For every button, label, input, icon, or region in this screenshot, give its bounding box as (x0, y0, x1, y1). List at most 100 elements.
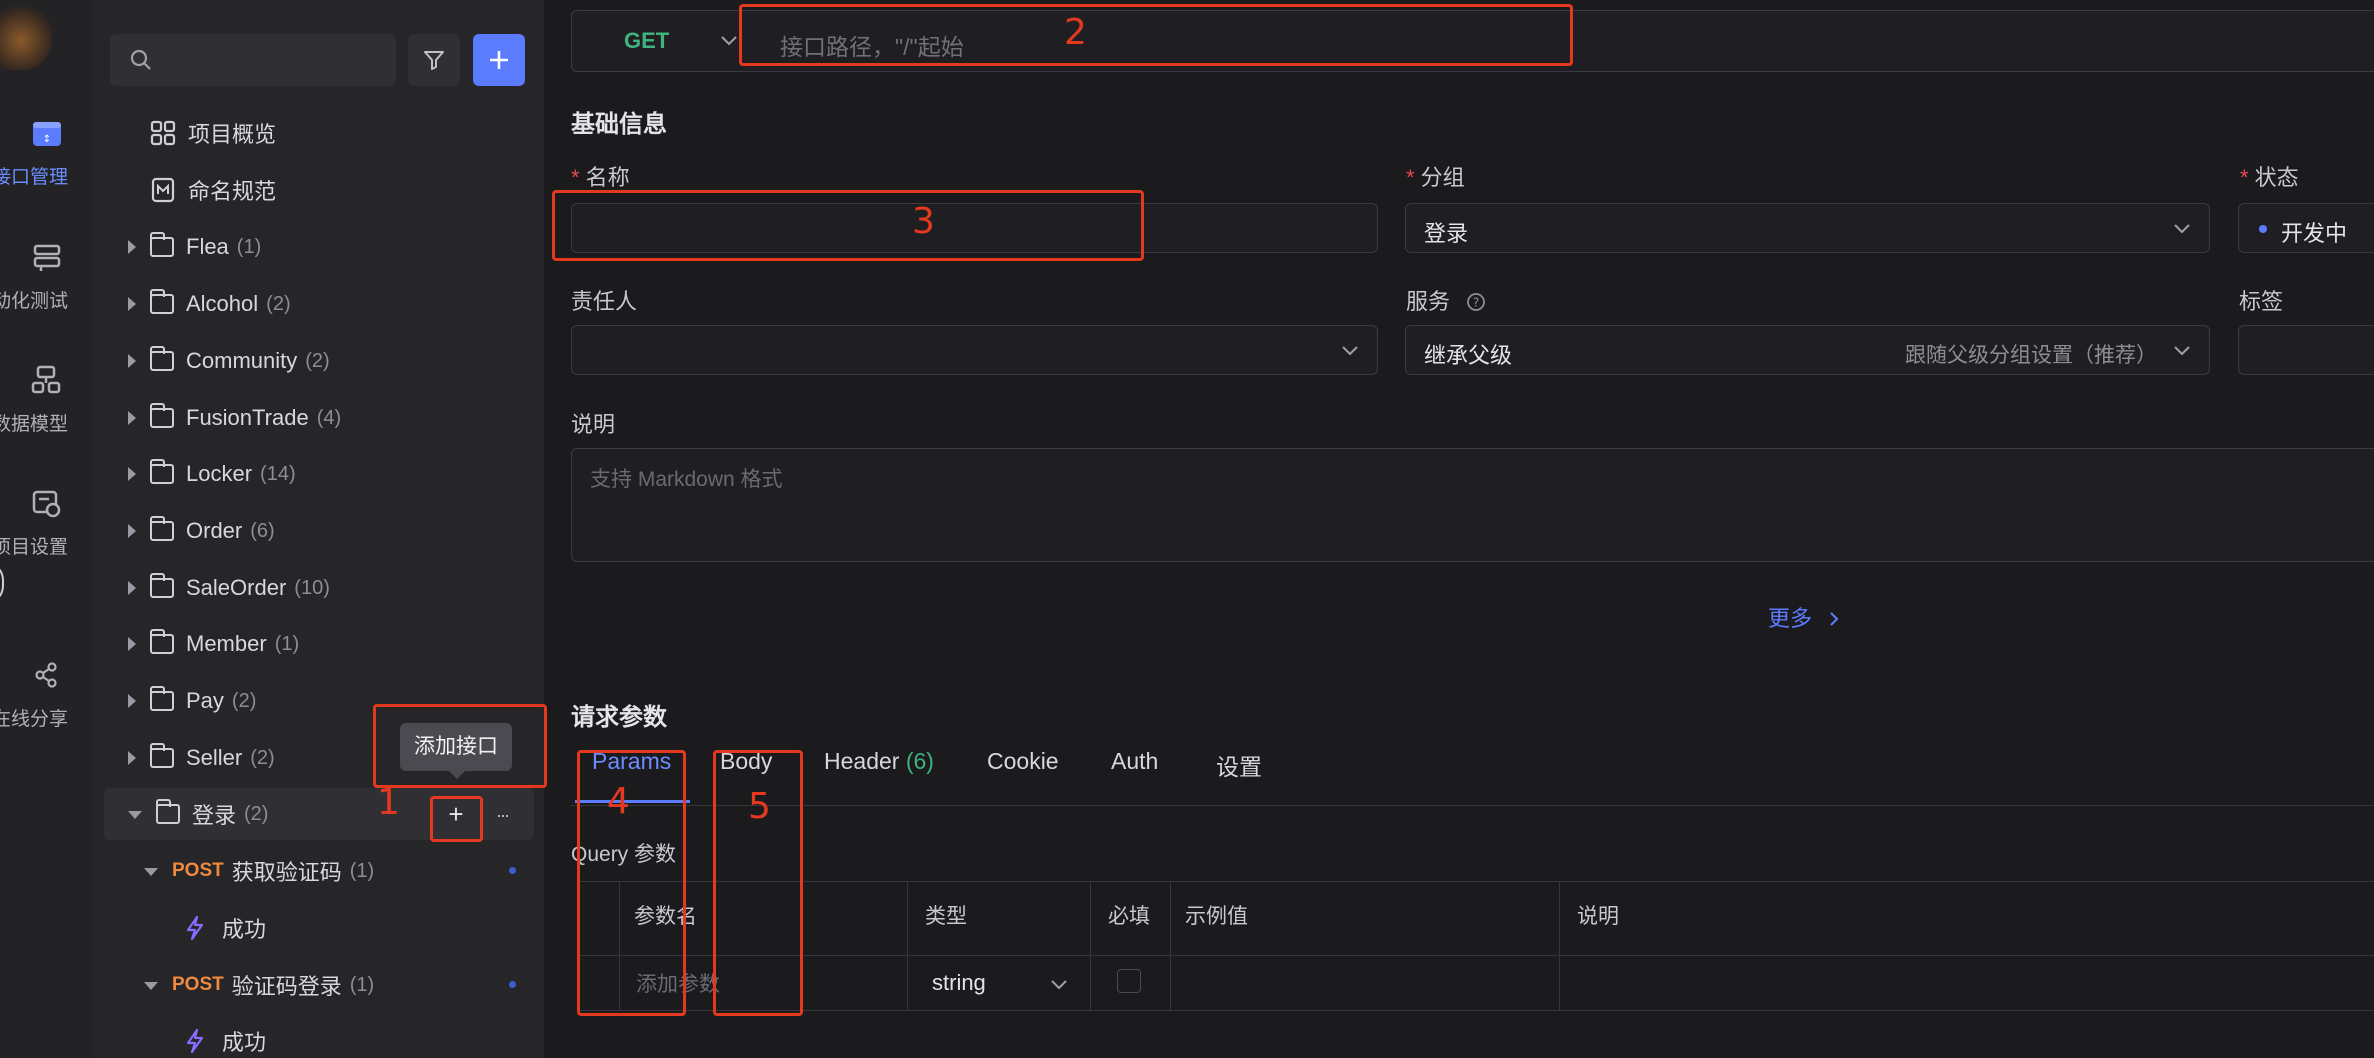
tab-auth[interactable]: Auth (1111, 748, 1158, 775)
tree-folder[interactable]: Community (2) (104, 335, 534, 387)
case-label: 成功 (222, 917, 267, 942)
name-label: * 名称 (571, 160, 630, 192)
caret-right-icon (128, 751, 136, 765)
folder-count: (2) (250, 746, 275, 769)
tree-api-item[interactable]: POST 验证码登录 (1) (104, 959, 534, 1011)
tree-api-item[interactable]: POST 获取验证码 (1) (104, 845, 534, 897)
annotation-box-3 (552, 190, 1144, 261)
group-label-text: 分组 (1420, 165, 1465, 190)
status-value: 开发中 (2281, 221, 2348, 246)
group-select[interactable]: 登录 (1405, 203, 2210, 253)
filter-button[interactable] (408, 34, 460, 86)
tags-input[interactable] (2238, 325, 2374, 375)
folder-label: 登录 (192, 803, 237, 828)
http-method-badge: POST (172, 860, 224, 881)
api-folder-icon: ↕ (33, 122, 61, 146)
annotation-box-1b (430, 796, 483, 842)
folder-count: (2) (244, 802, 269, 825)
tree-case-item[interactable]: 成功 (104, 902, 534, 954)
tab-cookie[interactable]: Cookie (987, 748, 1059, 775)
rail-item-auto-test[interactable]: 动化测试 (0, 242, 92, 322)
folder-icon (150, 459, 174, 484)
lightning-icon (186, 915, 204, 941)
caret-right-icon (128, 581, 136, 595)
tree-folder[interactable]: Locker (14) (104, 448, 534, 500)
more-link[interactable]: 更多 (1768, 601, 1840, 633)
tree-folder[interactable]: FusionTrade (4) (104, 392, 534, 444)
tab-settings[interactable]: 设置 (1216, 748, 1262, 782)
service-value: 继承父级 (1424, 343, 1513, 368)
tree-item-overview[interactable]: 项目概览 (104, 107, 534, 159)
project-avatar[interactable] (0, 4, 52, 70)
chevron-down-icon (1342, 346, 1358, 356)
param-description-input[interactable] (1561, 957, 2374, 1009)
api-count: (1) (349, 859, 375, 882)
tab-header[interactable]: Header (6) (824, 748, 934, 775)
caret-right-icon (128, 694, 136, 708)
caret-right-icon (128, 297, 136, 311)
http-method-badge: POST (172, 974, 224, 995)
param-required-checkbox[interactable] (1117, 969, 1141, 993)
tree-case-item[interactable]: 成功 (104, 1015, 534, 1058)
folder-label: Alcohol (186, 291, 259, 316)
folder-label: SaleOrder (186, 575, 287, 600)
folder-count: (10) (294, 576, 330, 599)
tree-search-input[interactable] (110, 34, 396, 86)
description-textarea[interactable]: 支持 Markdown 格式 (571, 448, 2374, 562)
caret-down-icon (144, 868, 158, 876)
folder-label: Order (186, 518, 243, 543)
tags-label: 标签 (2239, 289, 2284, 314)
chevron-right-icon (1830, 612, 1839, 626)
rail-item-api-management[interactable]: ↕ 接口管理 (0, 118, 92, 198)
add-button[interactable] (473, 34, 525, 86)
tree-folder[interactable]: Alcohol (2) (104, 278, 534, 330)
folder-icon (150, 403, 174, 428)
help-icon[interactable]: ? (1466, 292, 1486, 312)
svg-text:↕: ↕ (43, 134, 51, 145)
chevron-down-icon (2174, 224, 2190, 234)
tree-item-naming[interactable]: 命名规范 (104, 164, 534, 216)
grid-icon (150, 120, 176, 146)
rail-item-project-settings[interactable]: 项目设置 (0, 488, 92, 568)
tree-folder[interactable]: SaleOrder (10) (104, 562, 534, 614)
caret-down-icon (128, 811, 142, 819)
section-title-params: 请求参数 (571, 704, 667, 731)
column-header-example: 示例值 (1185, 905, 1248, 928)
owner-select[interactable] (571, 325, 1378, 375)
service-select[interactable]: 继承父级 跟随父级分组设置（推荐） (1405, 325, 2210, 375)
lightning-icon (186, 1028, 204, 1054)
tree-folder[interactable]: Flea (1) (104, 221, 534, 273)
rail-item-online-share[interactable]: 在线分享 (0, 660, 92, 740)
status-select[interactable]: 开发中 (2238, 203, 2374, 253)
required-mark: * (1406, 165, 1415, 190)
service-label-text: 服务 (1406, 289, 1451, 314)
tree-folder[interactable]: Order (6) (104, 505, 534, 557)
folder-icon (150, 629, 174, 654)
annotation-box-1 (373, 704, 547, 788)
column-divider (1090, 882, 1091, 1010)
param-type-value: string (932, 970, 986, 995)
more-options-button[interactable]: ··· (487, 800, 517, 830)
name-label-text: 名称 (585, 165, 630, 190)
tree-folder[interactable]: Member (1) (104, 618, 534, 670)
annotation-box-2 (739, 4, 1573, 66)
column-divider (1170, 882, 1171, 1010)
column-header-description: 说明 (1577, 905, 1619, 928)
svg-text:?: ? (1473, 296, 1479, 310)
rail-collapse-handle[interactable] (0, 562, 4, 604)
chevron-down-icon (1051, 980, 1067, 990)
tree-item-label: 项目概览 (188, 122, 277, 147)
param-example-input[interactable] (1172, 957, 1558, 1009)
column-header-required: 必填 (1108, 905, 1150, 928)
rail-item-data-model[interactable]: 数据模型 (0, 365, 92, 445)
caret-right-icon (128, 524, 136, 538)
param-type-select[interactable]: string (932, 966, 1080, 1000)
api-count: (1) (349, 973, 375, 996)
caret-down-icon (144, 982, 158, 990)
more-link-text: 更多 (1768, 606, 1813, 631)
caret-right-icon (128, 637, 136, 651)
folder-icon (150, 232, 174, 257)
rail-label: 接口管理 (0, 167, 69, 188)
method-select[interactable]: GET (596, 22, 746, 62)
section-title-basic: 基础信息 (571, 111, 667, 138)
